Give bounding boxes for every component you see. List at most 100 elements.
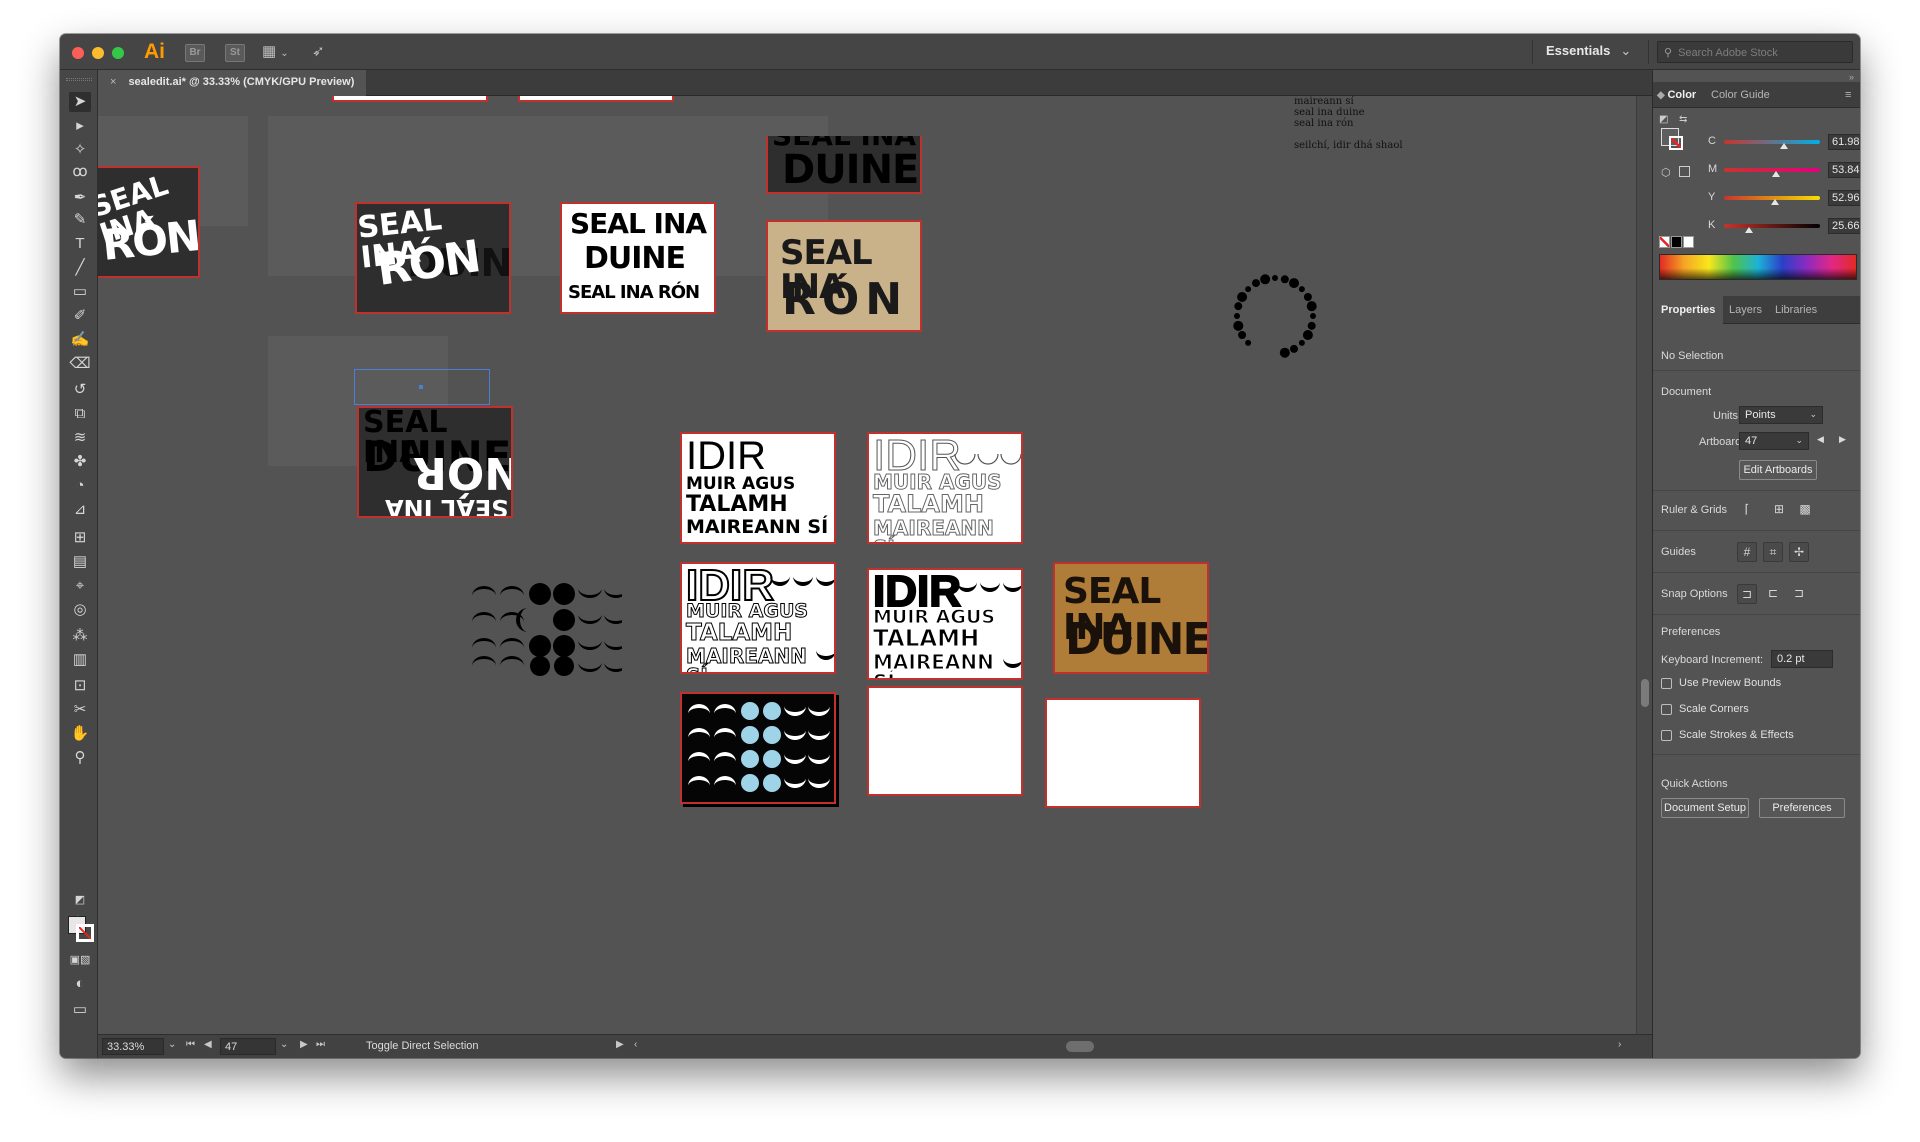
direct-selection-tool-icon[interactable]: ▸: [69, 116, 91, 136]
paintbrush-tool-icon[interactable]: ✐: [69, 306, 91, 326]
previous-artboard-arrow-icon[interactable]: ◀: [1817, 434, 1824, 445]
stroke-color-swatch[interactable]: [1669, 136, 1683, 150]
artboard-blank[interactable]: [1045, 698, 1201, 808]
hand-tool-icon[interactable]: ✋: [69, 724, 91, 744]
stock-button[interactable]: St: [225, 44, 245, 62]
slice-tool-icon[interactable]: ✂: [69, 700, 91, 720]
scroll-left-icon[interactable]: ‹: [634, 1039, 637, 1050]
panel-grip[interactable]: [66, 78, 92, 81]
quick-swatches[interactable]: [1659, 236, 1694, 250]
close-tab-icon[interactable]: ×: [110, 76, 116, 88]
artboard[interactable]: DUINE SEAL INA RÓN: [355, 202, 511, 314]
pen-tool-icon[interactable]: ✒: [69, 188, 91, 208]
none-swatch[interactable]: [1659, 236, 1670, 248]
snap-to-pixel-icon[interactable]: ⊐: [1789, 584, 1809, 604]
zoom-window-button[interactable]: [112, 47, 124, 59]
artboard[interactable]: SEAL INA DUINE SEAL INA RÓN: [560, 202, 716, 314]
ruler-icon[interactable]: ⌈: [1737, 500, 1757, 520]
edit-artboards-button[interactable]: Edit Artboards: [1739, 460, 1817, 480]
artboard-partial[interactable]: [518, 96, 674, 102]
units-dropdown[interactable]: Points ⌄: [1739, 406, 1823, 424]
black-slider-knob[interactable]: [1744, 227, 1753, 233]
magenta-value-field[interactable]: 53.84: [1828, 162, 1860, 178]
close-window-button[interactable]: [72, 47, 84, 59]
artboard-canvas[interactable]: SEAL INA RÓN DUINE SEAL INA RÓN SEAL INA…: [98, 96, 1636, 1034]
tab-libraries[interactable]: Libraries: [1775, 304, 1817, 316]
show-guides-icon[interactable]: #: [1737, 542, 1757, 562]
artboard[interactable]: IDIR MUIR AGUS TALAMH MAIREANN SÍ: [680, 432, 836, 544]
artboard[interactable]: SEAL INA DUINE NÓR SEAL INA: [357, 406, 513, 518]
warp-tool-icon[interactable]: ≋: [69, 428, 91, 448]
artboard[interactable]: SEAL INA RÓN: [766, 220, 922, 332]
grid-icon[interactable]: ⊞: [1769, 500, 1789, 520]
preferences-button[interactable]: Preferences: [1759, 798, 1845, 818]
eraser-tool-icon[interactable]: ⌫: [69, 354, 91, 374]
first-artboard-icon[interactable]: ⏮: [186, 1039, 195, 1050]
symbol-sprayer-tool-icon[interactable]: ⁂: [69, 626, 91, 646]
panel-menu-icon[interactable]: ≡: [1845, 89, 1851, 101]
mesh-tool-icon[interactable]: ⊞: [69, 528, 91, 548]
next-artboard-icon[interactable]: ▶: [300, 1039, 308, 1050]
keyboard-increment-input[interactable]: 0.2 pt: [1771, 650, 1833, 668]
puppet-warp-tool-icon[interactable]: ✤: [69, 452, 91, 472]
tab-layers[interactable]: Layers: [1729, 304, 1762, 316]
search-adobe-stock-input[interactable]: ⚲ Search Adobe Stock: [1657, 41, 1853, 63]
artboard[interactable]: [680, 692, 836, 804]
out-of-gamut-icon[interactable]: ⬡: [1661, 166, 1671, 179]
tab-color-guide[interactable]: Color Guide: [1711, 89, 1770, 101]
swap-colors-icon[interactable]: ⇆: [1679, 114, 1687, 125]
document-tab[interactable]: × sealedit.ai* @ 33.33% (CMYK/GPU Preview…: [98, 70, 367, 96]
magenta-slider-row[interactable]: M 53.84 %: [1708, 162, 1860, 178]
artboard[interactable]: SEAL INA DUINE: [1053, 562, 1209, 674]
eyedropper-tool-icon[interactable]: ⌖: [69, 576, 91, 596]
vertical-scrollbar[interactable]: [1636, 96, 1652, 1034]
drawing-mode-icon[interactable]: ◐: [69, 974, 91, 994]
gradient-tool-icon[interactable]: ▤: [69, 552, 91, 572]
minimize-window-button[interactable]: [92, 47, 104, 59]
column-graph-tool-icon[interactable]: ▥: [69, 650, 91, 670]
artboard-dropdown[interactable]: 47 ⌄: [1739, 432, 1809, 450]
white-swatch[interactable]: [1683, 236, 1694, 248]
artboard-partial[interactable]: [332, 96, 488, 102]
magenta-slider-knob[interactable]: [1771, 171, 1780, 177]
web-safe-icon[interactable]: [1679, 166, 1690, 177]
cyan-slider-knob[interactable]: [1779, 143, 1788, 149]
tab-properties[interactable]: Properties: [1653, 296, 1724, 324]
cyan-value-field[interactable]: 61.98: [1828, 134, 1860, 150]
yellow-slider-knob[interactable]: [1770, 199, 1779, 205]
scale-tool-icon[interactable]: ⧉: [69, 404, 91, 424]
scale-corners-checkbox[interactable]: [1661, 704, 1672, 715]
lock-guides-icon[interactable]: ⌗: [1763, 542, 1783, 562]
shaper-tool-icon[interactable]: ✍: [69, 330, 91, 350]
cyan-slider-row[interactable]: C 61.98 %: [1708, 134, 1860, 150]
color-mode-icon[interactable]: ▣▧: [69, 950, 91, 970]
last-artboard-icon[interactable]: ⏭: [316, 1039, 325, 1050]
zoom-dropdown-icon[interactable]: ⌄: [168, 1039, 176, 1050]
type-tool-icon[interactable]: T: [69, 234, 91, 254]
smart-guides-icon[interactable]: ✢: [1789, 542, 1809, 562]
stroke-swatch[interactable]: [76, 924, 94, 942]
line-tool-icon[interactable]: ╱: [69, 258, 91, 278]
previous-artboard-icon[interactable]: ◀: [204, 1039, 212, 1050]
selection-bounding-box[interactable]: [354, 369, 490, 405]
workspace-switcher[interactable]: Essentials ⌄: [1546, 43, 1631, 59]
artboard-dropdown-icon[interactable]: ⌄: [280, 1039, 288, 1050]
zoom-tool-icon[interactable]: ⚲: [69, 748, 91, 768]
use-preview-bounds-checkbox[interactable]: [1661, 678, 1672, 689]
artboard[interactable]: SEAL INA RÓN: [98, 166, 200, 278]
snap-to-grid-icon[interactable]: ⊏: [1763, 584, 1783, 604]
shape-builder-tool-icon[interactable]: ◔: [69, 476, 91, 496]
artboard[interactable]: IDIR MUIR AGUS TALAMH MAIREANN SÍ: [867, 432, 1023, 544]
perspective-grid-tool-icon[interactable]: ⊿: [69, 500, 91, 520]
tab-color[interactable]: ◆ Color: [1657, 89, 1696, 101]
snap-to-point-icon[interactable]: ⊐: [1737, 584, 1757, 604]
color-spectrum[interactable]: [1659, 254, 1857, 280]
status-menu-icon[interactable]: ▶: [616, 1039, 624, 1050]
scale-strokes-effects-checkbox[interactable]: [1661, 730, 1672, 741]
arrange-documents-icon[interactable]: ▦ ⌄: [262, 42, 289, 60]
selection-tool-icon[interactable]: ➤: [69, 92, 91, 112]
blend-tool-icon[interactable]: ◎: [69, 600, 91, 620]
document-setup-button[interactable]: Document Setup: [1661, 798, 1749, 818]
artboard-tool-icon[interactable]: ⊡: [69, 676, 91, 696]
next-artboard-arrow-icon[interactable]: ▶: [1839, 434, 1846, 445]
